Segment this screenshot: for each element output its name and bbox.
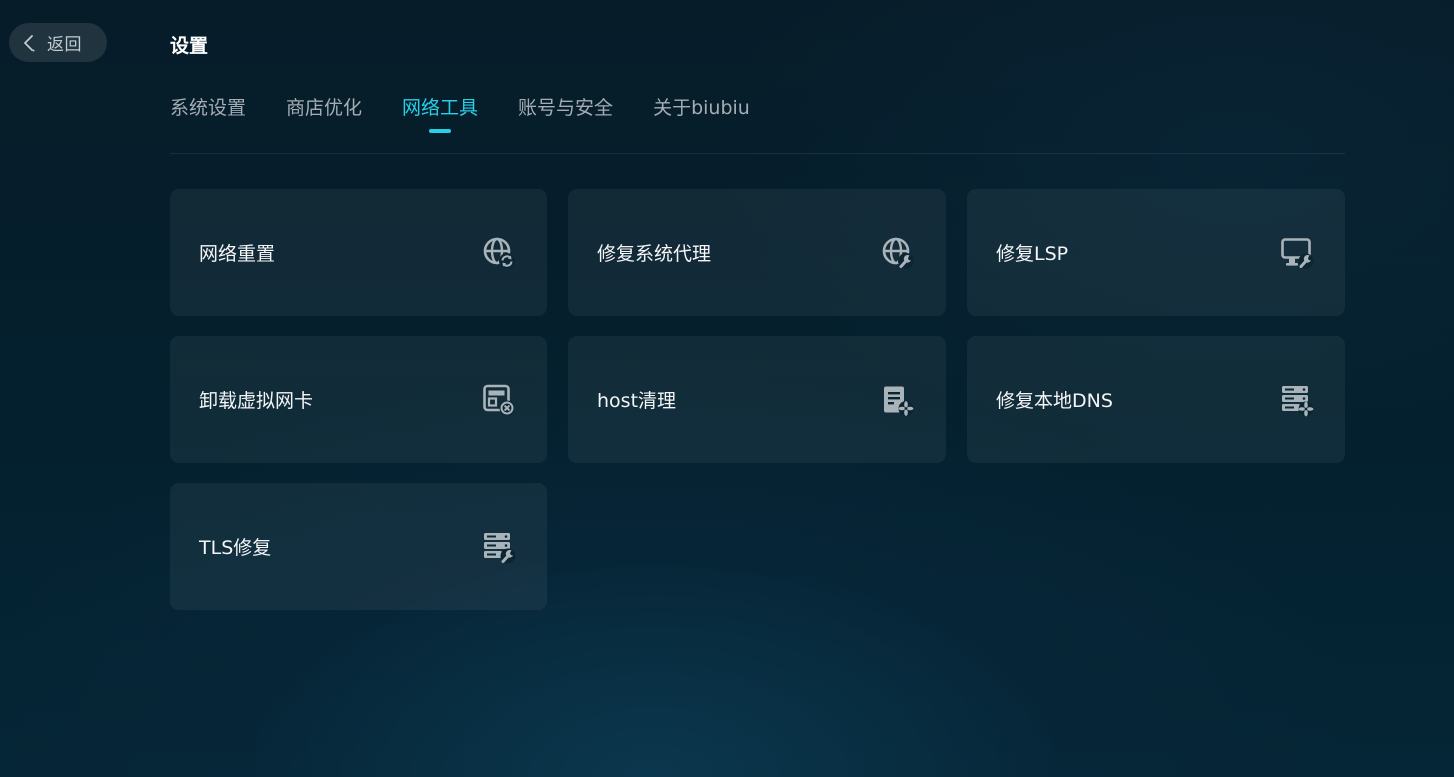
document-fan-icon (880, 382, 916, 418)
tool-card-label: 修复本地DNS (996, 390, 1113, 412)
tool-card-network-reset[interactable]: 网络重置 (170, 189, 547, 316)
tool-card-label: 卸载虚拟网卡 (199, 390, 314, 412)
tool-card-fix-system-proxy[interactable]: 修复系统代理 (568, 189, 946, 316)
tab-system-settings[interactable]: 系统设置 (170, 94, 246, 138)
globe-refresh-icon (481, 235, 517, 271)
tab-label: 关于biubiu (653, 97, 750, 119)
tab-about[interactable]: 关于biubiu (653, 94, 750, 138)
tab-bar: 系统设置 商店优化 网络工具 账号与安全 关于biubiu (170, 94, 750, 138)
tab-label: 系统设置 (170, 97, 247, 119)
server-wrench-icon (481, 529, 517, 565)
tool-card-tls-fix[interactable]: TLS修复 (170, 483, 547, 610)
tool-card-host-cleanup[interactable]: host清理 (568, 336, 946, 463)
tab-label: 商店优化 (286, 97, 363, 119)
tool-card-label: 修复系统代理 (597, 243, 712, 265)
tab-account-security[interactable]: 账号与安全 (518, 94, 613, 138)
tab-label: 账号与安全 (518, 97, 614, 119)
server-fan-icon (1279, 382, 1315, 418)
tool-card-label: host清理 (597, 390, 677, 412)
chevron-left-icon (21, 34, 37, 51)
page-title: 设置 (170, 35, 209, 57)
tab-divider (170, 153, 1345, 154)
tool-card-label: 网络重置 (199, 243, 276, 265)
tab-network-tools[interactable]: 网络工具 (402, 94, 478, 138)
back-button[interactable]: 返回 (9, 23, 107, 62)
active-tab-indicator (429, 129, 452, 133)
tab-label: 网络工具 (402, 97, 479, 119)
tab-store-optimization[interactable]: 商店优化 (286, 94, 362, 138)
tool-card-label: 修复LSP (996, 243, 1069, 265)
tool-card-label: TLS修复 (199, 537, 272, 559)
tool-card-uninstall-virtual-nic[interactable]: 卸载虚拟网卡 (170, 336, 547, 463)
tool-card-fix-lsp[interactable]: 修复LSP (967, 189, 1345, 316)
tool-grid: 网络重置 修复系统代理 修复LSP 卸载虚拟网卡 host清理 修复本地DNS … (170, 189, 1345, 610)
monitor-wrench-icon (1279, 235, 1315, 271)
globe-wrench-icon (880, 235, 916, 271)
network-card-remove-icon (481, 382, 517, 418)
tool-card-fix-local-dns[interactable]: 修复本地DNS (967, 336, 1345, 463)
back-label: 返回 (47, 35, 82, 55)
